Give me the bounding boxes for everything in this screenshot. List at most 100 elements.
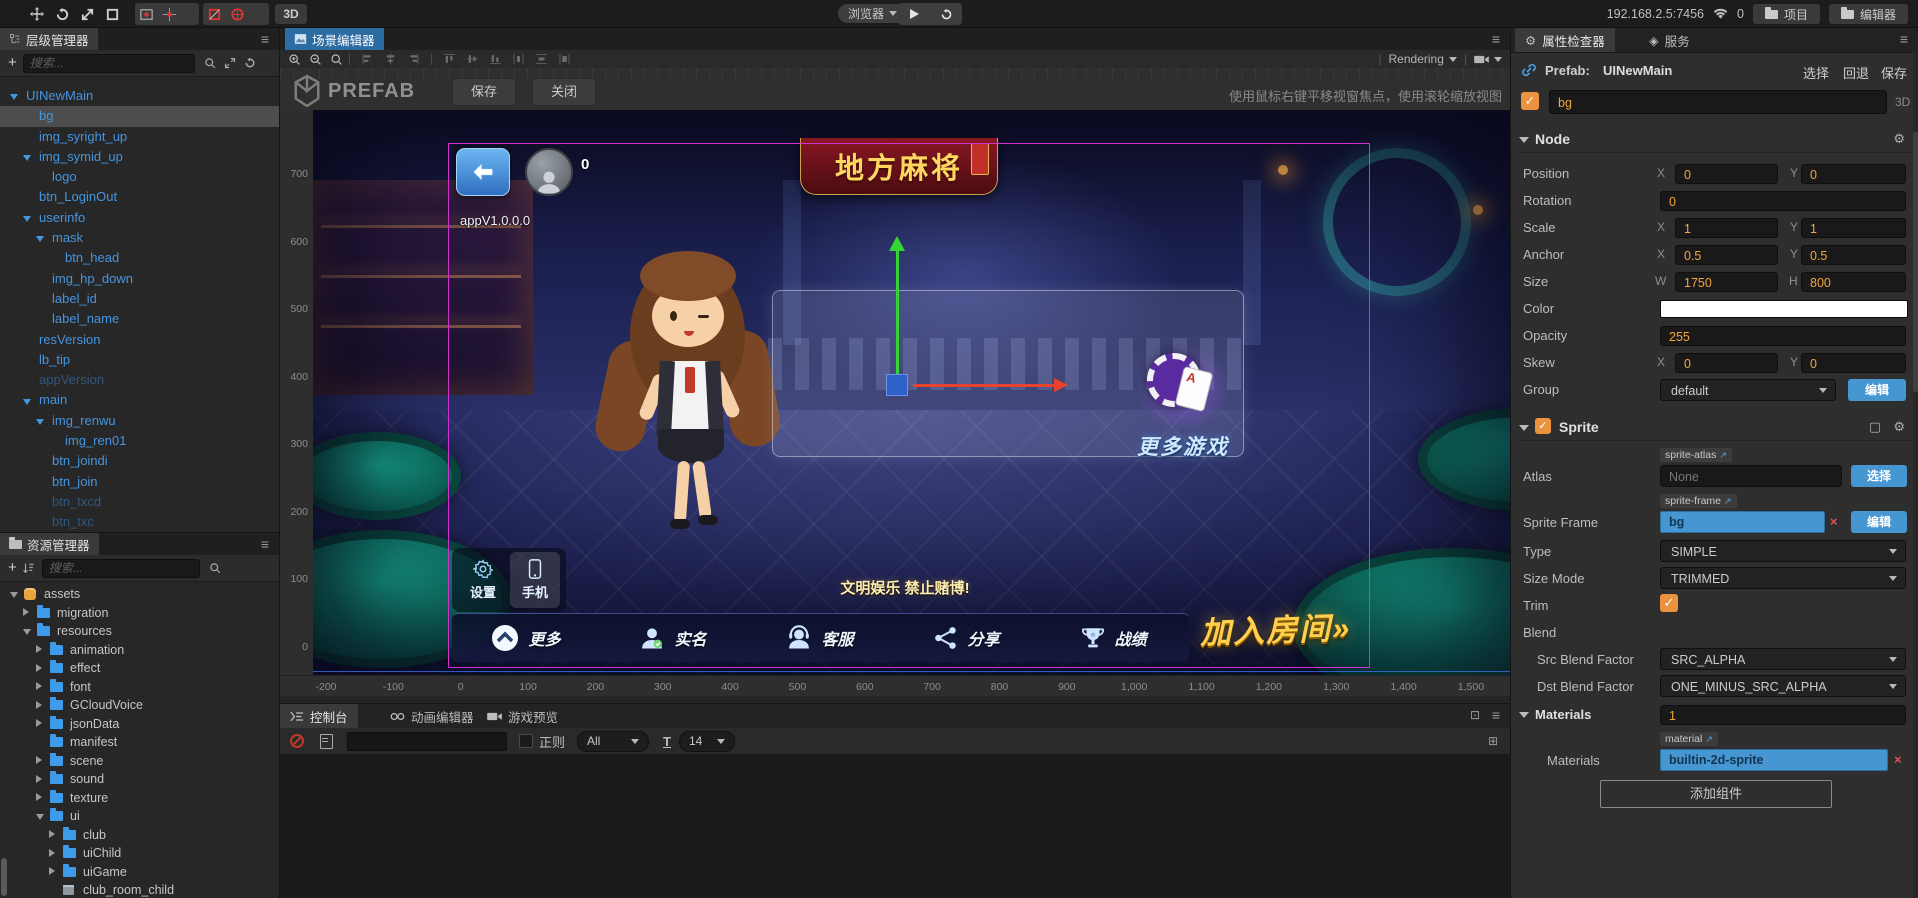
gear-icon[interactable]: ⚙ [1893,131,1905,147]
expand-arrow-icon[interactable] [49,830,55,838]
distribute-v-icon[interactable] [535,53,548,65]
hierarchy-item-userinfo[interactable]: userinfo [0,208,279,228]
console-filter-input[interactable] [347,732,507,751]
hierarchy-item-bg[interactable]: bg [0,106,279,126]
open-editor-button[interactable]: 编辑器 [1829,4,1908,24]
asset-item-resources[interactable]: resources [0,622,279,641]
asset-item-club_room_child[interactable]: club_room_child [0,881,279,898]
align-middle-icon[interactable] [466,53,479,65]
external-link-icon[interactable]: ↗ [1705,732,1713,746]
sprite-frame-field[interactable]: bg [1660,511,1825,533]
refresh-button[interactable] [930,3,962,25]
clear-console-icon[interactable] [290,734,304,748]
color-swatch[interactable] [1660,300,1908,318]
node-section-header[interactable]: Node ⚙ [1511,128,1918,152]
skew-x-field[interactable]: 0 [1675,353,1778,373]
assets-scrollbar[interactable] [1,858,7,896]
position-x-field[interactable]: 0 [1675,164,1778,184]
tab-properties[interactable]: ⚙ 属性检查器 [1515,28,1615,52]
tab-game-preview[interactable]: 游戏预览 [477,704,568,728]
expand-arrow-icon[interactable] [36,775,42,783]
hierarchy-item-btn_head[interactable]: btn_head [0,248,279,268]
rotate-tool-icon[interactable] [51,4,73,24]
sprite-frame-edit-button[interactable]: 编辑 [1851,511,1907,533]
hierarchy-item-btn_joindi[interactable]: btn_joindi [0,451,279,471]
hierarchy-item-main[interactable]: main [0,390,279,410]
rendering-mode-dropdown[interactable]: Rendering [1389,52,1457,66]
open-project-button[interactable]: 项目 [1753,4,1820,24]
expand-arrow-icon[interactable] [23,216,31,222]
group-dropdown[interactable]: default [1660,379,1836,401]
tab-scene-editor[interactable]: 场景编辑器 [285,28,384,50]
type-dropdown[interactable]: SIMPLE [1660,540,1906,562]
regex-checkbox[interactable] [519,734,533,748]
asset-item-jsonData[interactable]: jsonData [0,715,279,734]
asset-item-scene[interactable]: scene [0,752,279,771]
hierarchy-item-appVersion[interactable]: appVersion [0,370,279,390]
search-icon[interactable] [209,562,221,574]
prefab-save-button[interactable]: 保存 [1881,63,1907,82]
world-coords-icon[interactable] [230,7,245,22]
gear-icon[interactable]: ⚙ [1893,419,1905,435]
add-node-button[interactable]: + [8,56,17,70]
size-mode-dropdown[interactable]: TRIMMED [1660,567,1906,589]
collapse-arrow-icon[interactable] [1519,712,1529,718]
group-edit-button[interactable]: 编辑 [1848,379,1906,401]
asset-item-effect[interactable]: effect [0,659,279,678]
align-bottom-icon[interactable] [489,53,502,65]
node-name-input[interactable]: bg [1549,90,1887,114]
hierarchy-item-resVersion[interactable]: resVersion [0,330,279,350]
hierarchy-item-logo[interactable]: logo [0,167,279,187]
prefab-select-button[interactable]: 选择 [1803,63,1829,82]
hierarchy-item-img_ren01[interactable]: img_ren01 [0,431,279,451]
asset-item-assets[interactable]: assets [0,585,279,604]
src-blend-dropdown[interactable]: SRC_ALPHA [1660,648,1906,670]
expand-arrow-icon[interactable] [36,236,44,242]
asset-item-animation[interactable]: animation [0,641,279,660]
open-log-icon[interactable] [320,734,333,749]
size-h-field[interactable]: 800 [1801,272,1906,292]
tab-assets[interactable]: 资源管理器 [0,533,99,555]
zoom-in-icon[interactable] [288,53,301,66]
console-menu-icon[interactable]: ≡ [1492,704,1500,726]
scale-x-field[interactable]: 1 [1675,218,1778,238]
hierarchy-item-img_syright_up[interactable]: img_syright_up [0,127,279,147]
align-center-v-icon[interactable] [384,53,397,65]
expand-arrow-icon[interactable] [36,701,42,709]
tab-services[interactable]: ◈ 服务 [1639,28,1700,52]
assets-menu-icon[interactable]: ≡ [261,533,269,555]
camera-gizmo-dropdown[interactable] [1474,54,1502,65]
sort-icon[interactable] [22,562,35,574]
position-y-field[interactable]: 0 [1801,164,1906,184]
collapse-arrow-icon[interactable] [1519,137,1529,143]
local-coords-icon[interactable] [207,7,222,22]
hierarchy-item-mask[interactable]: mask [0,228,279,248]
expand-arrow-icon[interactable] [36,682,42,690]
expand-arrow-icon[interactable] [36,645,42,653]
skew-y-field[interactable]: 0 [1801,353,1906,373]
external-link-icon[interactable]: ↗ [1724,494,1732,508]
inspector-menu-icon[interactable]: ≡ [1900,28,1908,50]
scale-y-field[interactable]: 1 [1801,218,1906,238]
clear-sprite-frame-icon[interactable]: × [1830,514,1838,529]
asset-item-font[interactable]: font [0,678,279,697]
asset-item-GCloudVoice[interactable]: GCloudVoice [0,696,279,715]
external-link-icon[interactable]: ↗ [1719,448,1727,462]
hierarchy-item-UINewMain[interactable]: UINewMain [0,86,279,106]
move-tool-icon[interactable] [26,4,48,24]
add-component-button[interactable]: 添加组件 [1600,780,1832,808]
collapse-arrow-icon[interactable] [1519,425,1529,431]
hierarchy-item-img_symid_up[interactable]: img_symid_up [0,147,279,167]
inspector-scrollbar[interactable] [1913,52,1918,898]
expand-arrow-icon[interactable] [23,608,29,616]
expand-arrow-icon[interactable] [10,94,18,100]
expand-arrow-icon[interactable] [36,664,42,672]
expand-arrow-icon[interactable] [23,629,31,635]
scene-viewport[interactable]: 0 appV1.0.0.0 地方麻将 A 更多游戏 设置 [313,110,1510,675]
prefab-revert-button[interactable]: 回退 [1843,63,1869,82]
asset-item-texture[interactable]: texture [0,789,279,808]
hierarchy-item-btn_txc[interactable]: btn_txc [0,512,279,532]
copy-component-icon[interactable]: ▢ [1869,419,1881,435]
hierarchy-item-btn_join[interactable]: btn_join [0,472,279,492]
material-field[interactable]: builtin-2d-sprite [1660,749,1888,771]
